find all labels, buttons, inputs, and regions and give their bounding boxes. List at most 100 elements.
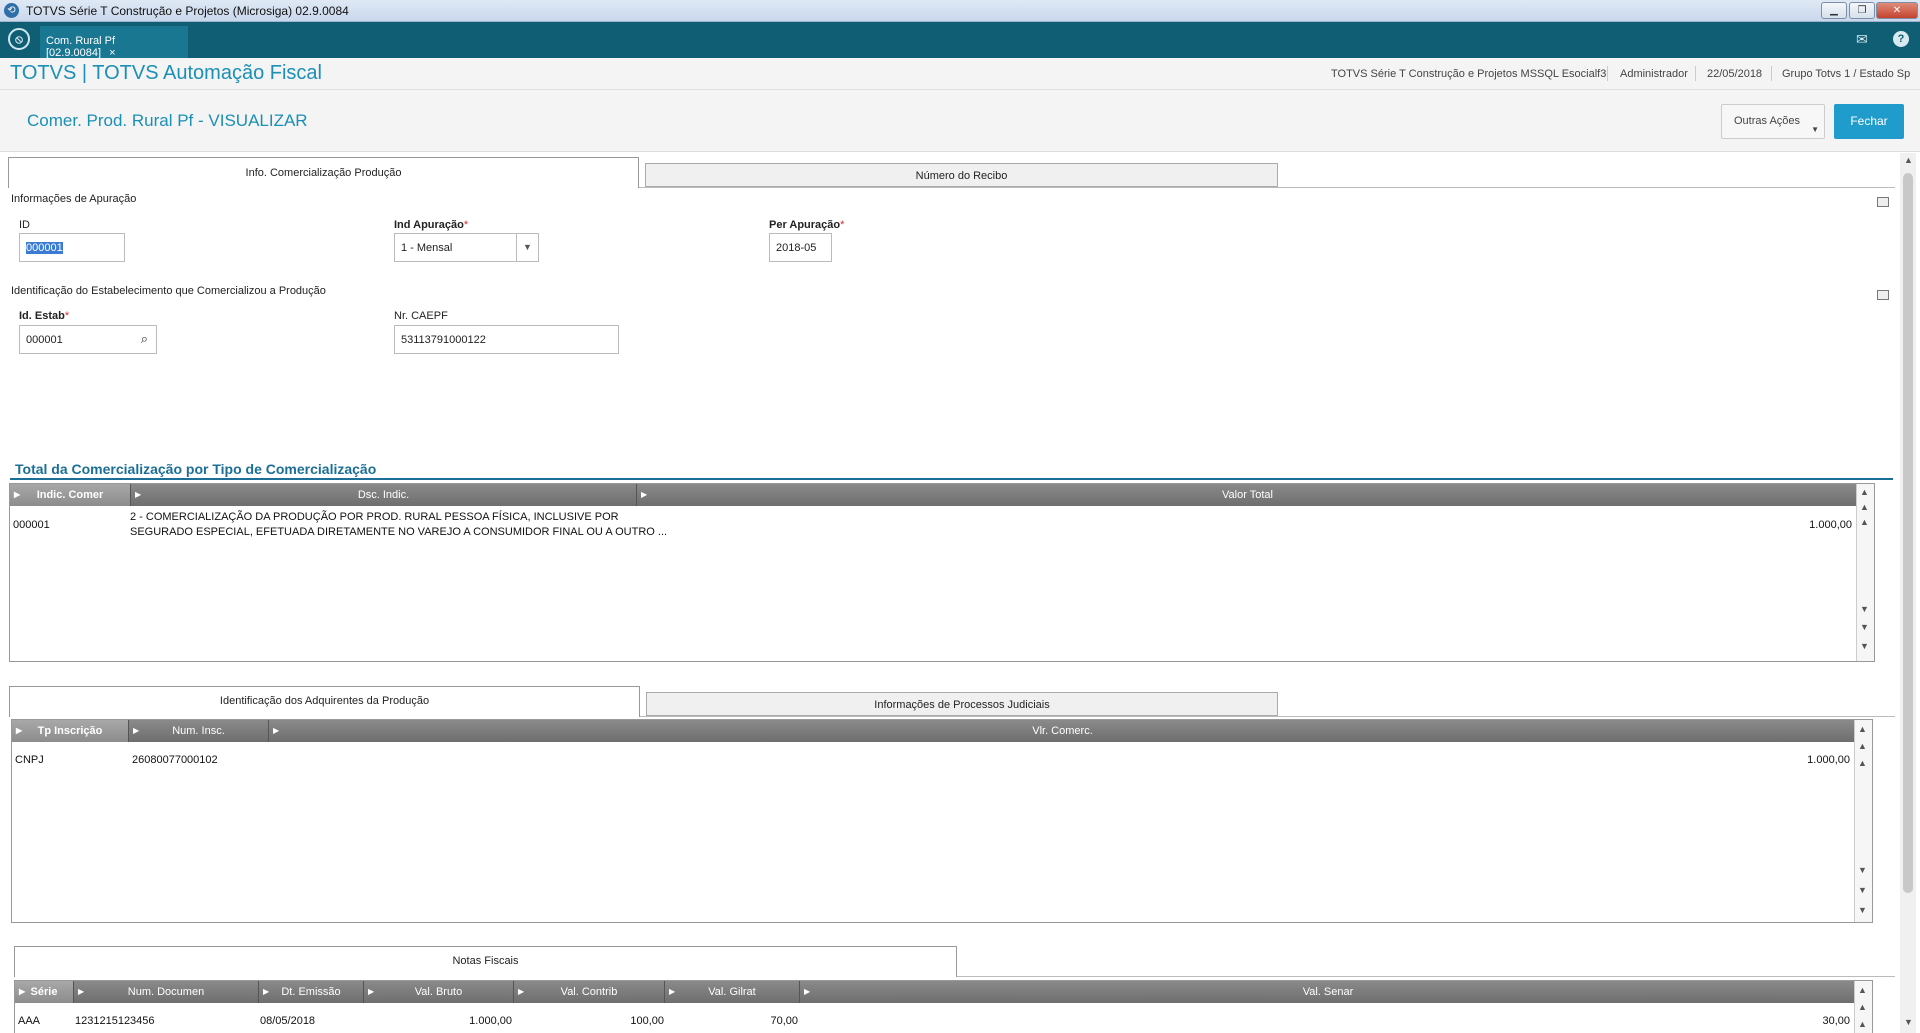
cell-val-gilrat: 70,00: [770, 1015, 798, 1027]
column-header-val-gilrat[interactable]: ▶ Val. Gilrat: [665, 981, 800, 1003]
grid-scrollbar[interactable]: ▲ ▲ ▲: [1854, 981, 1872, 1033]
scroll-down-icon[interactable]: ▼: [1904, 1017, 1913, 1027]
per-apuracao-field[interactable]: 2018-05: [769, 233, 832, 262]
column-header-label: Série: [30, 986, 58, 998]
scrollbar-thumb[interactable]: [1903, 173, 1913, 893]
column-header-val-contrib[interactable]: ▶ Val. Contrib: [514, 981, 665, 1003]
user-label: Administrador: [1620, 68, 1688, 80]
column-header-label: Val. Bruto: [414, 986, 463, 998]
close-window-button[interactable]: ✕: [1876, 2, 1918, 19]
scroll-page-down-icon[interactable]: ▼: [1858, 885, 1867, 895]
fechar-button[interactable]: Fechar: [1834, 104, 1904, 139]
notas-grid: ▶ Série ▶ Num. Documen ▶ Dt. Emissão ▶ Val. …: [14, 980, 1873, 1033]
cell-dsc-line2: SEGURADO ESPECIAL, EFETUADA DIRETAMENTE …: [130, 526, 668, 538]
tab-notas-fiscais[interactable]: Notas Fiscais: [14, 946, 957, 977]
id-estab-label-text: Id. Estab: [19, 310, 65, 322]
tab-divider: [640, 716, 1895, 717]
column-header-dsc[interactable]: ▶ Dsc. Indic.: [131, 484, 637, 506]
collapse-icon[interactable]: [1877, 197, 1889, 207]
scroll-up-icon[interactable]: ▲: [1858, 1019, 1867, 1029]
scroll-bottom-icon[interactable]: ▼: [1860, 641, 1869, 651]
scroll-down-icon[interactable]: ▼: [1858, 865, 1867, 875]
restore-button[interactable]: ❐: [1849, 2, 1875, 19]
column-header-label: Vlr. Comerc.: [1032, 725, 1093, 737]
collapse-icon[interactable]: [1877, 290, 1889, 300]
tab-divider: [957, 976, 1895, 977]
column-header-valor[interactable]: ▶ Valor Total: [637, 484, 1858, 506]
tab-processos-judiciais[interactable]: Informações de Processos Judiciais: [646, 692, 1278, 716]
column-header-label: Val. Senar: [1302, 986, 1354, 998]
app-header: TOTVS | TOTVS Automação Fiscal TOTVS Sér…: [0, 58, 1920, 90]
scroll-top-icon[interactable]: ▲: [1858, 724, 1867, 734]
id-estab-label: Id. Estab*: [19, 310, 70, 322]
help-icon[interactable]: ?: [1893, 31, 1909, 47]
cell-num-documen: 1231215123456: [75, 1015, 155, 1027]
scroll-bottom-icon[interactable]: ▼: [1858, 905, 1867, 915]
column-header-label: Num. Documen: [127, 986, 205, 998]
section-underline: [10, 478, 1893, 480]
totals-section-title: Total da Comercialização por Tipo de Com…: [15, 461, 377, 477]
separator: [1607, 66, 1608, 81]
column-header-val-senar[interactable]: ▶ Val. Senar: [800, 981, 1856, 1003]
scroll-up-icon[interactable]: ▲: [1904, 155, 1913, 165]
caepf-field[interactable]: 53113791000122: [394, 325, 619, 354]
id-label: ID: [19, 219, 30, 231]
per-apuracao-label: Per Apuração*: [769, 219, 845, 231]
grid-header: ▶ Tp Inscrição ▶ Num. Insc. ▶ Vlr. Comerc.: [12, 720, 1856, 742]
id-estab-field[interactable]: 000001 ⌕: [19, 325, 157, 354]
tab-numero-recibo[interactable]: Número do Recibo: [645, 163, 1278, 187]
column-header-label: Dsc. Indic.: [357, 489, 410, 501]
scroll-page-up-icon[interactable]: ▲: [1858, 741, 1867, 751]
id-estab-value: 000001: [26, 334, 63, 346]
grid-scrollbar[interactable]: ▲ ▲ ▲ ▼ ▼ ▼: [1854, 720, 1872, 922]
tab-info-comercializacao[interactable]: Info. Comercialização Produção: [8, 157, 639, 188]
scroll-up-icon[interactable]: ▲: [1860, 517, 1869, 527]
scroll-top-icon[interactable]: ▲: [1858, 985, 1867, 995]
scroll-page-up-icon[interactable]: ▲: [1860, 502, 1869, 512]
column-header-label: Indic. Comer: [36, 489, 104, 501]
column-header-val-bruto[interactable]: ▶ Val. Bruto: [364, 981, 514, 1003]
tab-divider: [639, 187, 1895, 188]
column-header-label: Valor Total: [1222, 489, 1273, 501]
scroll-page-down-icon[interactable]: ▼: [1860, 622, 1869, 632]
separator: [1771, 66, 1772, 81]
grid-scrollbar[interactable]: ▲ ▲ ▲ ▼ ▼ ▼: [1856, 484, 1874, 661]
search-icon[interactable]: ⌕: [141, 331, 148, 347]
column-header-serie[interactable]: ▶ Série: [15, 981, 74, 1003]
scroll-up-icon[interactable]: ▲: [1858, 758, 1867, 768]
column-header-label: Dt. Emissão: [281, 986, 341, 998]
app-tab-bar: ⦸ Com. Rural Pf [02.9.0084] × ✉ ?: [0, 22, 1920, 59]
page-header: Comer. Prod. Rural Pf - VISUALIZAR Outra…: [0, 90, 1920, 152]
column-header-indic[interactable]: ▶ Indic. Comer: [10, 484, 131, 506]
per-apuracao-label-text: Per Apuração: [769, 219, 841, 231]
scroll-top-icon[interactable]: ▲: [1860, 487, 1869, 497]
mail-icon[interactable]: ✉: [1856, 31, 1868, 48]
chevron-down-icon: ▼: [1811, 125, 1819, 134]
page-scrollbar[interactable]: ▲ ▼: [1900, 153, 1916, 1033]
company-label: Grupo Totvs 1 / Estado Sp: [1782, 68, 1911, 80]
outras-acoes-button[interactable]: Outras Ações ▼: [1721, 104, 1825, 139]
home-icon[interactable]: ⦸: [8, 28, 30, 50]
date-label: 22/05/2018: [1707, 68, 1763, 80]
tab-adquirentes[interactable]: Identificação dos Adquirentes da Produçã…: [9, 686, 640, 717]
ind-apuracao-label-text: Ind Apuração: [394, 219, 464, 231]
cell-num-insc: 26080077000102: [132, 754, 218, 766]
caepf-label: Nr. CAEPF: [394, 310, 448, 322]
separator: [1695, 66, 1696, 81]
totals-grid: ▶ Indic. Comer ▶ Dsc. Indic. ▶ Valor Total …: [9, 483, 1875, 662]
chevron-down-icon[interactable]: ▼: [516, 234, 538, 261]
scroll-down-icon[interactable]: ▼: [1860, 604, 1869, 614]
column-header-num-insc[interactable]: ▶ Num. Insc.: [129, 720, 269, 742]
id-field[interactable]: 000001: [19, 233, 125, 262]
column-header-num-documen[interactable]: ▶ Num. Documen: [74, 981, 259, 1003]
cell-indic: 000001: [13, 519, 50, 531]
column-header-dt-emissao[interactable]: ▶ Dt. Emissão: [259, 981, 364, 1003]
cell-dt-emissao: 08/05/2018: [260, 1015, 316, 1027]
ind-apuracao-select[interactable]: 1 - Mensal ▼: [394, 233, 539, 262]
column-header-tp-inscricao[interactable]: ▶ Tp Inscrição: [12, 720, 129, 742]
column-header-label: Num. Insc.: [172, 725, 225, 737]
column-header-vlr-comerc[interactable]: ▶ Vlr. Comerc.: [269, 720, 1856, 742]
scroll-page-up-icon[interactable]: ▲: [1858, 1002, 1867, 1012]
tab-com-rural[interactable]: Com. Rural Pf [02.9.0084] ×: [40, 26, 188, 59]
minimize-button[interactable]: ▁: [1821, 2, 1847, 19]
